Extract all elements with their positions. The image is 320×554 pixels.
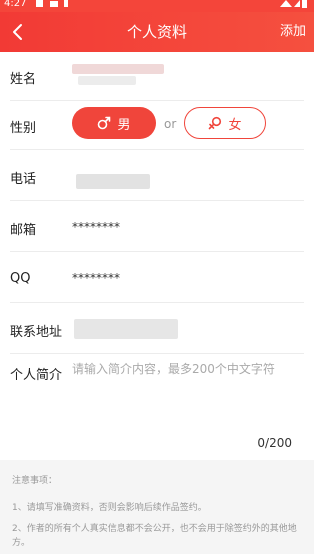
email-value: ******** — [72, 220, 120, 234]
name-value-redacted-2 — [78, 76, 136, 85]
intro-input[interactable] — [72, 360, 304, 424]
page-title: 个人资料 — [126, 23, 187, 41]
gender-male-button[interactable]: 男 — [72, 107, 156, 139]
status-bar: 4:27 — [0, 0, 314, 12]
add-button[interactable]: 添加 — [280, 12, 306, 52]
address-row[interactable]: 联系地址 — [0, 303, 314, 354]
intro-char-counter: 0/200 — [257, 436, 292, 450]
phone-label: 电话 — [10, 172, 37, 187]
name-row[interactable]: 姓名 — [0, 52, 314, 101]
gender-label: 性别 — [10, 121, 37, 136]
female-symbol-icon — [209, 116, 222, 130]
name-label: 姓名 — [10, 72, 37, 87]
notes-item: 2、作者的所有个人真实信息都不会公开，也不会用于除签约外的其他地方。 — [12, 524, 297, 548]
email-label: 邮箱 — [10, 223, 37, 238]
email-row[interactable]: 邮箱 ******** — [0, 201, 314, 252]
address-value-redacted — [74, 319, 178, 339]
notes-panel: 注意事项： 1、请填写准确资料，否则会影响后续作品签约。 2、作者的所有个人真实… — [0, 460, 314, 554]
signal-battery-icon — [280, 0, 307, 8]
notification-icons — [36, 0, 68, 7]
qq-label: QQ — [10, 271, 31, 286]
intro-label: 个人简介 — [10, 368, 63, 383]
status-time: 4:27 — [4, 0, 27, 9]
address-label: 联系地址 — [10, 325, 63, 340]
qq-value: ******** — [72, 271, 120, 285]
notes-item: 1、请填写准确资料，否则会影响后续作品签约。 — [12, 503, 207, 513]
qq-row[interactable]: QQ ******** — [0, 252, 314, 303]
app-header: 个人资料 添加 — [0, 12, 314, 52]
gender-row: 性别 — [0, 101, 314, 150]
gender-male-label: 男 — [117, 117, 131, 133]
male-symbol-icon — [98, 116, 111, 130]
phone-row[interactable]: 电话 — [0, 150, 314, 201]
gender-female-button[interactable]: 女 — [184, 107, 266, 139]
divider — [10, 353, 304, 354]
phone-value-redacted — [76, 174, 150, 189]
gender-or-text: or — [164, 117, 177, 131]
notes-title: 注意事项： — [12, 476, 58, 486]
gender-female-label: 女 — [228, 117, 242, 133]
name-value-redacted — [72, 64, 164, 74]
